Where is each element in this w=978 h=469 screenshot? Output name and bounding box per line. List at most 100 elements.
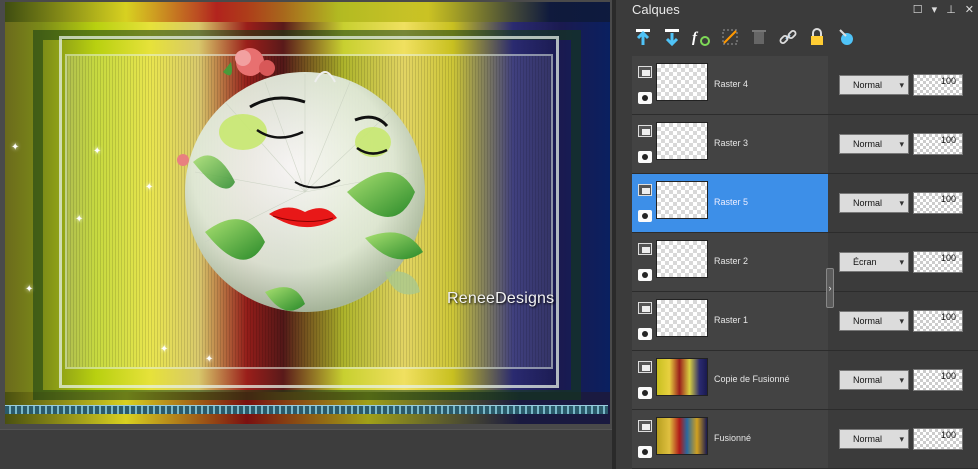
layers-list: Raster 4Normal100Raster 3Normal100Raster…	[632, 56, 978, 469]
layer-info[interactable]: Fusionné	[632, 410, 828, 468]
opacity-field[interactable]: 100	[913, 251, 963, 273]
opacity-field[interactable]: 100	[913, 133, 963, 155]
sparkle-icon: ✦	[75, 214, 84, 225]
layer-thumbnail	[656, 299, 708, 337]
svg-text:f: f	[692, 30, 699, 46]
layer-thumbnail	[656, 181, 708, 219]
layer-name[interactable]: Raster 3	[714, 138, 748, 148]
layer-style-icon[interactable]: f	[690, 26, 712, 48]
opacity-value: 100	[940, 76, 956, 86]
layer-row[interactable]: Raster 5 Normal 100	[632, 174, 978, 233]
layer-row[interactable]: Raster 2 Écran 100	[632, 233, 978, 292]
layer-group-icon[interactable]	[638, 125, 652, 137]
canvas-area[interactable]: ✦ ✦ ✦ ✦ ✦ ✦ ✦ ReneeDesigns	[0, 0, 612, 469]
new-raster-layer-icon[interactable]	[632, 26, 654, 48]
layer-thumbnail	[656, 122, 708, 160]
blend-mode-dropdown[interactable]: Normal	[839, 311, 909, 331]
layer-group-icon[interactable]	[638, 420, 652, 432]
layer-row[interactable]: Raster 3 Normal 100	[632, 115, 978, 174]
layer-name[interactable]: Raster 4	[714, 79, 748, 89]
blend-mode-dropdown[interactable]: Normal	[839, 75, 909, 95]
close-icon[interactable]: ✕	[965, 3, 974, 16]
layer-name[interactable]: Fusionné	[714, 433, 751, 443]
artwork-top-band	[5, 2, 610, 22]
opacity-field[interactable]: 100	[913, 74, 963, 96]
mask-icon[interactable]	[719, 26, 741, 48]
sparkle-icon: ✦	[25, 284, 34, 295]
opacity-field[interactable]: 100	[913, 369, 963, 391]
artwork-image[interactable]: ✦ ✦ ✦ ✦ ✦ ✦ ✦ ReneeDesigns	[5, 2, 610, 424]
layer-group-icon[interactable]	[638, 361, 652, 373]
canvas-status-area	[0, 429, 612, 469]
visibility-eye-icon[interactable]	[638, 151, 652, 163]
layer-group-icon[interactable]	[638, 302, 652, 314]
panel-title: Calques	[632, 2, 680, 17]
layer-row[interactable]: Copie de Fusionné Normal 100	[632, 351, 978, 410]
delete-layer-icon[interactable]	[748, 26, 770, 48]
layer-info[interactable]: Raster 2	[632, 233, 828, 291]
panel-controls: ☐ ▾ ⊥ ✕	[913, 3, 974, 16]
opacity-value: 100	[940, 194, 956, 204]
layer-info[interactable]: Raster 4	[632, 56, 828, 114]
link-icon[interactable]	[777, 26, 799, 48]
blend-mode-dropdown[interactable]: Normal	[839, 193, 909, 213]
window-icon[interactable]: ☐	[913, 3, 923, 16]
layer-settings: Normal 100	[833, 174, 978, 232]
opacity-value: 100	[940, 371, 956, 381]
opacity-value: 100	[940, 312, 956, 322]
decorative-strip	[5, 405, 608, 414]
visibility-eye-icon[interactable]	[638, 328, 652, 340]
layer-row[interactable]: Raster 4 Normal 100	[632, 56, 978, 115]
watermark-text: ReneeDesigns	[447, 290, 555, 307]
layer-group-icon[interactable]	[638, 66, 652, 78]
pin-icon[interactable]: ⊥	[946, 3, 956, 16]
layer-group-icon[interactable]	[638, 243, 652, 255]
layer-row[interactable]: Raster 1 Normal 100	[632, 292, 978, 351]
sparkle-icon: ✦	[205, 354, 214, 365]
panel-splitter-handle[interactable]: ›	[826, 268, 834, 308]
blend-mode-dropdown[interactable]: Normal	[839, 134, 909, 154]
sparkle-icon: ✦	[11, 142, 20, 153]
layer-thumbnail	[656, 63, 708, 101]
layer-name[interactable]: Copie de Fusionné	[714, 374, 790, 384]
visibility-eye-icon[interactable]	[638, 210, 652, 222]
opacity-field[interactable]: 100	[913, 310, 963, 332]
layer-settings: Normal 100	[833, 56, 978, 114]
face-illustration	[177, 48, 425, 312]
blend-mode-dropdown[interactable]: Normal	[839, 370, 909, 390]
layer-info[interactable]: Raster 5	[632, 174, 828, 232]
layer-info[interactable]: Raster 1	[632, 292, 828, 350]
layers-panel: Calques ☐ ▾ ⊥ ✕ f Raster 4 Normal ▾ 100 …	[612, 0, 978, 469]
layer-name[interactable]: Raster 5	[714, 197, 748, 207]
layer-group-icon[interactable]	[638, 184, 652, 196]
opacity-field[interactable]: 100	[913, 428, 963, 450]
layer-row[interactable]: Fusionné Normal 100	[632, 410, 978, 469]
visibility-eye-icon[interactable]	[638, 92, 652, 104]
layer-thumbnail	[656, 358, 708, 396]
layer-settings: Normal 100	[833, 351, 978, 409]
layer-name[interactable]: Raster 1	[714, 315, 748, 325]
dropdown-icon[interactable]: ▾	[932, 3, 938, 16]
layer-settings: Normal 100	[833, 115, 978, 173]
layer-settings: Normal 100	[833, 292, 978, 350]
layers-toolbar: f	[632, 26, 857, 48]
lock-icon[interactable]	[806, 26, 828, 48]
opacity-value: 100	[940, 430, 956, 440]
layer-info[interactable]: Copie de Fusionné	[632, 351, 828, 409]
opacity-value: 100	[940, 253, 956, 263]
visibility-eye-icon[interactable]	[638, 269, 652, 281]
visibility-eye-icon[interactable]	[638, 387, 652, 399]
layer-info[interactable]: Raster 3	[632, 115, 828, 173]
visibility-eye-icon[interactable]	[638, 446, 652, 458]
layer-settings: Normal 100	[833, 410, 978, 468]
new-vector-layer-icon[interactable]	[661, 26, 683, 48]
opacity-field[interactable]: 100	[913, 192, 963, 214]
sparkle-icon: ✦	[160, 344, 169, 355]
properties-icon[interactable]	[835, 26, 857, 48]
layer-name[interactable]: Raster 2	[714, 256, 748, 266]
blend-mode-dropdown[interactable]: Normal	[839, 429, 909, 449]
sparkle-icon: ✦	[145, 182, 154, 193]
layer-settings: Écran 100	[833, 233, 978, 291]
layer-thumbnail	[656, 240, 708, 278]
blend-mode-dropdown[interactable]: Écran	[839, 252, 909, 272]
